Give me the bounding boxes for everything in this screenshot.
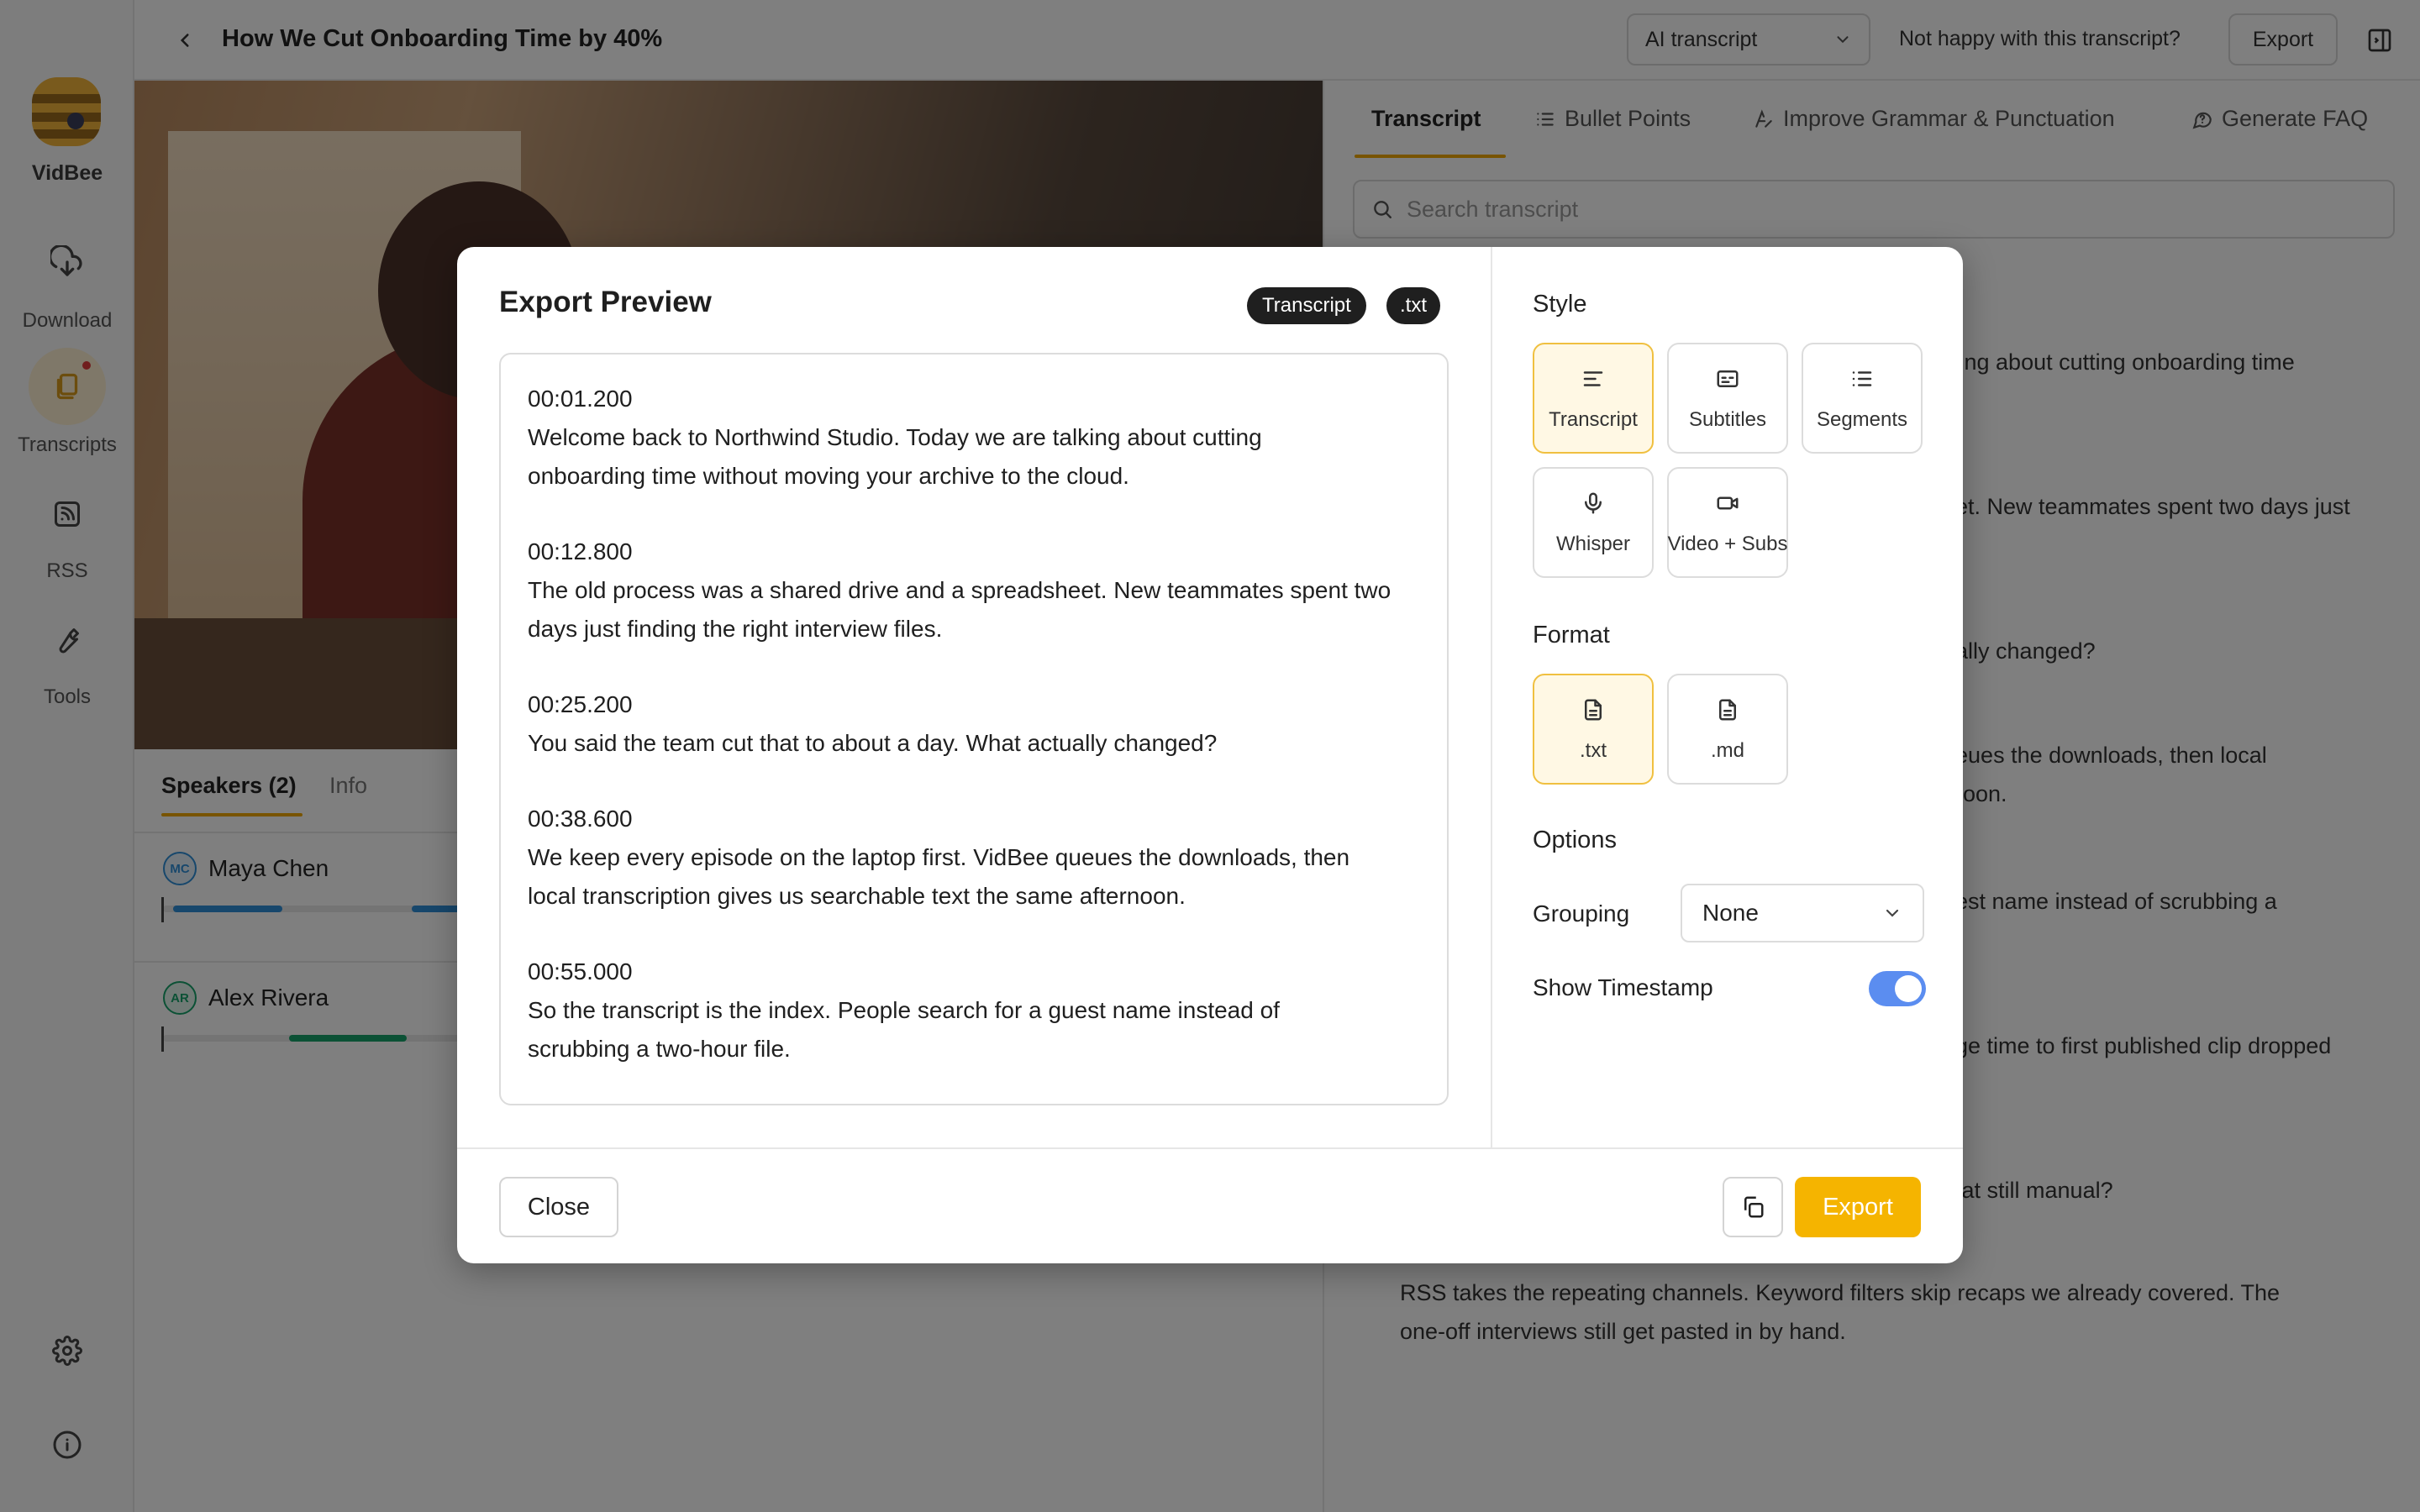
video-camera-icon xyxy=(1713,489,1742,517)
select-value: None xyxy=(1702,900,1759,926)
list-icon xyxy=(1848,365,1876,393)
segment-timestamp: 00:38.600 xyxy=(528,806,633,832)
preview-segment: 00:01.200 Welcome back to Northwind Stud… xyxy=(528,380,1420,496)
style-option-subtitles[interactable]: Subtitles xyxy=(1667,343,1788,454)
format-option-txt[interactable]: .txt xyxy=(1533,674,1654,785)
segment-text: onboarding time without moving your arch… xyxy=(528,463,1129,489)
style-option-segments[interactable]: Segments xyxy=(1802,343,1923,454)
microphone-icon xyxy=(1579,489,1607,517)
segment-text: days just finding the right interview fi… xyxy=(528,616,943,642)
copy-icon xyxy=(1744,1196,1764,1218)
style-chip: Transcript xyxy=(1247,287,1366,324)
preview-segment: 00:38.600 We keep every episode on the l… xyxy=(528,800,1420,916)
style-heading: Style xyxy=(1533,291,1587,318)
segment-text: Welcome back to Northwind Studio. Today … xyxy=(528,424,1262,450)
segment-timestamp: 00:01.200 xyxy=(528,386,633,412)
option-label: Video + Subs xyxy=(1667,533,1788,555)
file-text-icon xyxy=(1579,696,1607,724)
style-option-transcript[interactable]: Transcript xyxy=(1533,343,1654,454)
segment-text: So the transcript is the index. People s… xyxy=(528,997,1280,1023)
file-text-icon xyxy=(1713,696,1742,724)
export-settings-pane: Style Transcript Subtitles Segments Whis… xyxy=(1491,247,1963,1147)
grouping-label: Grouping xyxy=(1533,900,1630,927)
options-heading: Options xyxy=(1533,827,1617,853)
segment-text: The old process was a shared drive and a… xyxy=(528,577,1392,603)
option-label: Subtitles xyxy=(1688,408,1767,431)
chevron-down-icon xyxy=(1886,909,1899,917)
grouping-select[interactable]: None xyxy=(1681,884,1924,942)
segment-text: local transcription gives us searchable … xyxy=(528,883,1186,909)
dialog-title: Export Preview xyxy=(499,286,712,318)
option-label: Transcript xyxy=(1549,408,1638,431)
style-option-video-subs[interactable]: Video + Subs xyxy=(1667,467,1788,578)
option-label: .txt xyxy=(1579,739,1607,762)
option-label: .md xyxy=(1710,739,1744,762)
close-button[interactable]: Close xyxy=(499,1177,618,1237)
format-chip: .txt xyxy=(1386,287,1441,324)
format-option-md[interactable]: .md xyxy=(1667,674,1788,785)
segment-text: scrubbing a two-hour file. xyxy=(528,1036,791,1062)
style-option-whisper[interactable]: Whisper xyxy=(1533,467,1654,578)
preview-segment: 00:25.200 You said the team cut that to … xyxy=(528,685,1420,763)
preview-pane: Export Preview Transcript .txt 00:01.200… xyxy=(457,247,1491,1147)
preview-segment: 00:55.000 So the transcript is the index… xyxy=(528,953,1420,1068)
dialog-footer: Close Export xyxy=(457,1147,1963,1263)
preview-segment: 00:12.800 The old process was a shared d… xyxy=(528,533,1420,648)
segment-text: We keep every episode on the laptop firs… xyxy=(528,844,1350,870)
captions-icon xyxy=(1713,365,1742,393)
segment-timestamp: 00:12.800 xyxy=(528,538,633,564)
segment-timestamp: 00:55.000 xyxy=(528,958,633,984)
show-timestamp-toggle[interactable] xyxy=(1869,971,1926,1006)
show-timestamp-label: Show Timestamp xyxy=(1533,974,1713,1000)
format-heading: Format xyxy=(1533,622,1610,648)
export-button[interactable]: Export xyxy=(1795,1177,1921,1237)
option-label: Segments xyxy=(1816,408,1908,431)
copy-button[interactable] xyxy=(1723,1177,1783,1237)
option-label: Whisper xyxy=(1555,533,1631,555)
export-preview-text[interactable]: 00:01.200 Welcome back to Northwind Stud… xyxy=(499,353,1449,1105)
export-preview-dialog: Export Preview Transcript .txt 00:01.200… xyxy=(457,247,1963,1263)
segment-timestamp: 00:25.200 xyxy=(528,691,633,717)
segment-text: You said the team cut that to about a da… xyxy=(528,730,1218,756)
toggle-knob xyxy=(1895,975,1922,1002)
align-left-icon xyxy=(1579,365,1607,393)
